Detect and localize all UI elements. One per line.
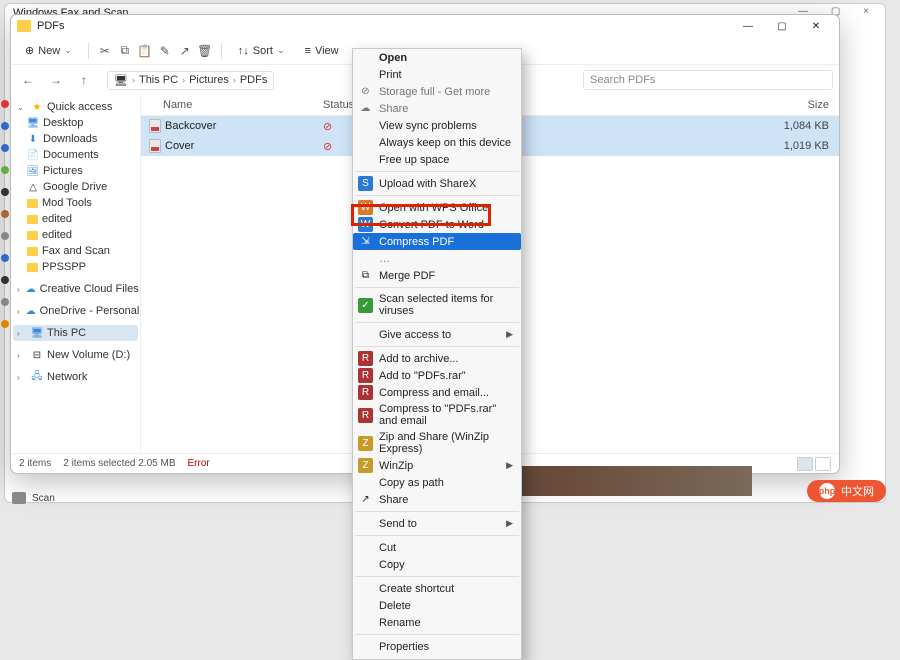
sidebar-item-creative-cloud[interactable]: ›☁Creative Cloud Files xyxy=(13,281,138,297)
selection-info: 2 items selected 2.05 MB xyxy=(63,458,175,469)
menu-convert-word[interactable]: WConvert PDF to Word xyxy=(353,216,521,233)
pdf-icon xyxy=(149,119,161,133)
nav-sidebar[interactable]: ⌄★Quick access 🖥Desktop ⬇Downloads 📄Docu… xyxy=(11,95,141,453)
maximize-button[interactable]: ▢ xyxy=(765,16,799,36)
sidebar-item-edited[interactable]: edited xyxy=(13,211,138,227)
menu-view-sync[interactable]: View sync problems xyxy=(353,117,521,134)
up-button[interactable]: ↑ xyxy=(73,69,95,91)
menu-copy[interactable]: Copy xyxy=(353,556,521,573)
sort-button[interactable]: ↑↓ Sort ⌄ xyxy=(230,42,293,60)
rename-icon[interactable]: ✎ xyxy=(157,43,173,59)
context-menu: Open Print ⊘Storage full - Get more ☁Sha… xyxy=(352,48,522,660)
menu-always-keep[interactable]: Always keep on this device xyxy=(353,134,521,151)
menu-truncated: … xyxy=(353,250,521,267)
item-count: 2 items xyxy=(19,458,51,469)
watermark: php 中文网 xyxy=(807,480,886,502)
status-error: Error xyxy=(188,458,210,469)
menu-print[interactable]: Print xyxy=(353,66,521,83)
menu-sharex[interactable]: SUpload with ShareX xyxy=(353,175,521,192)
sidebar-item-network[interactable]: ›🖧Network xyxy=(13,369,138,385)
menu-storage-full[interactable]: ⊘Storage full - Get more xyxy=(353,83,521,100)
window-title: PDFs xyxy=(37,20,65,32)
bg-nav-item[interactable]: Scan xyxy=(12,492,55,504)
menu-properties[interactable]: Properties xyxy=(353,638,521,655)
back-button[interactable]: ← xyxy=(17,69,39,91)
sidebar-item-fax-scan[interactable]: Fax and Scan xyxy=(13,243,138,259)
breadcrumb[interactable]: 🖥 › This PC › Pictures › PDFs xyxy=(107,71,274,90)
folder-icon xyxy=(17,20,31,32)
menu-share-onedrive[interactable]: ☁Share xyxy=(353,100,521,117)
forward-button[interactable]: → xyxy=(45,69,67,91)
view-icon: ≡ xyxy=(305,45,311,57)
menu-share[interactable]: ↗Share xyxy=(353,491,521,508)
menu-wps[interactable]: WOpen with WPS Office xyxy=(353,199,521,216)
plus-icon: ⊕ xyxy=(25,44,34,57)
delete-icon[interactable]: 🗑 xyxy=(197,43,213,59)
chevron-down-icon: ⌄ xyxy=(64,45,72,56)
chevron-down-icon: ⌄ xyxy=(277,45,285,56)
menu-compress-pdf[interactable]: ⇲Compress PDF xyxy=(353,233,521,250)
sidebar-item-onedrive[interactable]: ›☁OneDrive - Personal xyxy=(13,303,138,319)
view-button[interactable]: ≡ View xyxy=(297,42,347,60)
menu-send-to[interactable]: Send to▶ xyxy=(353,515,521,532)
edge-icons xyxy=(1,100,9,328)
menu-add-pdfs-rar[interactable]: RAdd to "PDFs.rar" xyxy=(353,367,521,384)
menu-cut[interactable]: Cut xyxy=(353,539,521,556)
sidebar-item-edited-2[interactable]: edited xyxy=(13,227,138,243)
thumbnails-view-button[interactable] xyxy=(815,457,831,471)
sidebar-item-new-volume[interactable]: ›⊟New Volume (D:) xyxy=(13,347,138,363)
sidebar-quick-access[interactable]: ⌄★Quick access xyxy=(13,99,138,115)
menu-scan-virus[interactable]: ✓Scan selected items for viruses xyxy=(353,291,521,319)
sidebar-item-ppsspp[interactable]: PPSSPP xyxy=(13,259,138,275)
sidebar-item-google-drive[interactable]: △Google Drive xyxy=(13,179,138,195)
pdf-icon xyxy=(149,139,161,153)
menu-compress-email[interactable]: RCompress and email... xyxy=(353,384,521,401)
menu-create-shortcut[interactable]: Create shortcut xyxy=(353,580,521,597)
menu-merge-pdf[interactable]: ⧉Merge PDF xyxy=(353,267,521,284)
paste-icon[interactable]: 📋 xyxy=(137,43,153,59)
minimize-button[interactable]: — xyxy=(731,16,765,36)
col-size[interactable]: Size xyxy=(759,99,829,111)
col-name[interactable]: Name xyxy=(163,99,323,111)
sidebar-item-documents[interactable]: 📄Documents xyxy=(13,147,138,163)
titlebar[interactable]: PDFs — ▢ ✕ xyxy=(11,15,839,37)
menu-compress-pdfs-email[interactable]: RCompress to "PDFs.rar" and email xyxy=(353,401,521,429)
menu-delete[interactable]: Delete xyxy=(353,597,521,614)
sidebar-item-mod-tools[interactable]: Mod Tools xyxy=(13,195,138,211)
sidebar-item-downloads[interactable]: ⬇Downloads xyxy=(13,131,138,147)
menu-copy-path[interactable]: Copy as path xyxy=(353,474,521,491)
share-icon[interactable]: ↗ xyxy=(177,43,193,59)
close-button[interactable]: ✕ xyxy=(799,16,833,36)
search-input[interactable]: Search PDFs xyxy=(583,70,833,90)
pc-icon: 🖥 xyxy=(114,74,128,87)
sort-icon: ↑↓ xyxy=(238,45,249,57)
cut-icon[interactable]: ✂ xyxy=(97,43,113,59)
menu-give-access[interactable]: Give access to▶ xyxy=(353,326,521,343)
menu-open[interactable]: Open xyxy=(353,49,521,66)
details-view-button[interactable] xyxy=(797,457,813,471)
copy-icon[interactable]: ⧉ xyxy=(117,43,133,59)
scan-icon xyxy=(12,492,26,504)
menu-winzip[interactable]: ZWinZip▶ xyxy=(353,457,521,474)
menu-add-archive[interactable]: RAdd to archive... xyxy=(353,350,521,367)
sidebar-item-desktop[interactable]: 🖥Desktop xyxy=(13,115,138,131)
menu-free-up[interactable]: Free up space xyxy=(353,151,521,168)
menu-rename[interactable]: Rename xyxy=(353,614,521,631)
sidebar-item-pictures[interactable]: 🖼Pictures xyxy=(13,163,138,179)
menu-zip-share[interactable]: ZZip and Share (WinZip Express) xyxy=(353,429,521,457)
sidebar-item-this-pc[interactable]: ›🖥This PC xyxy=(13,325,138,341)
new-button[interactable]: ⊕ New ⌄ xyxy=(17,41,80,60)
